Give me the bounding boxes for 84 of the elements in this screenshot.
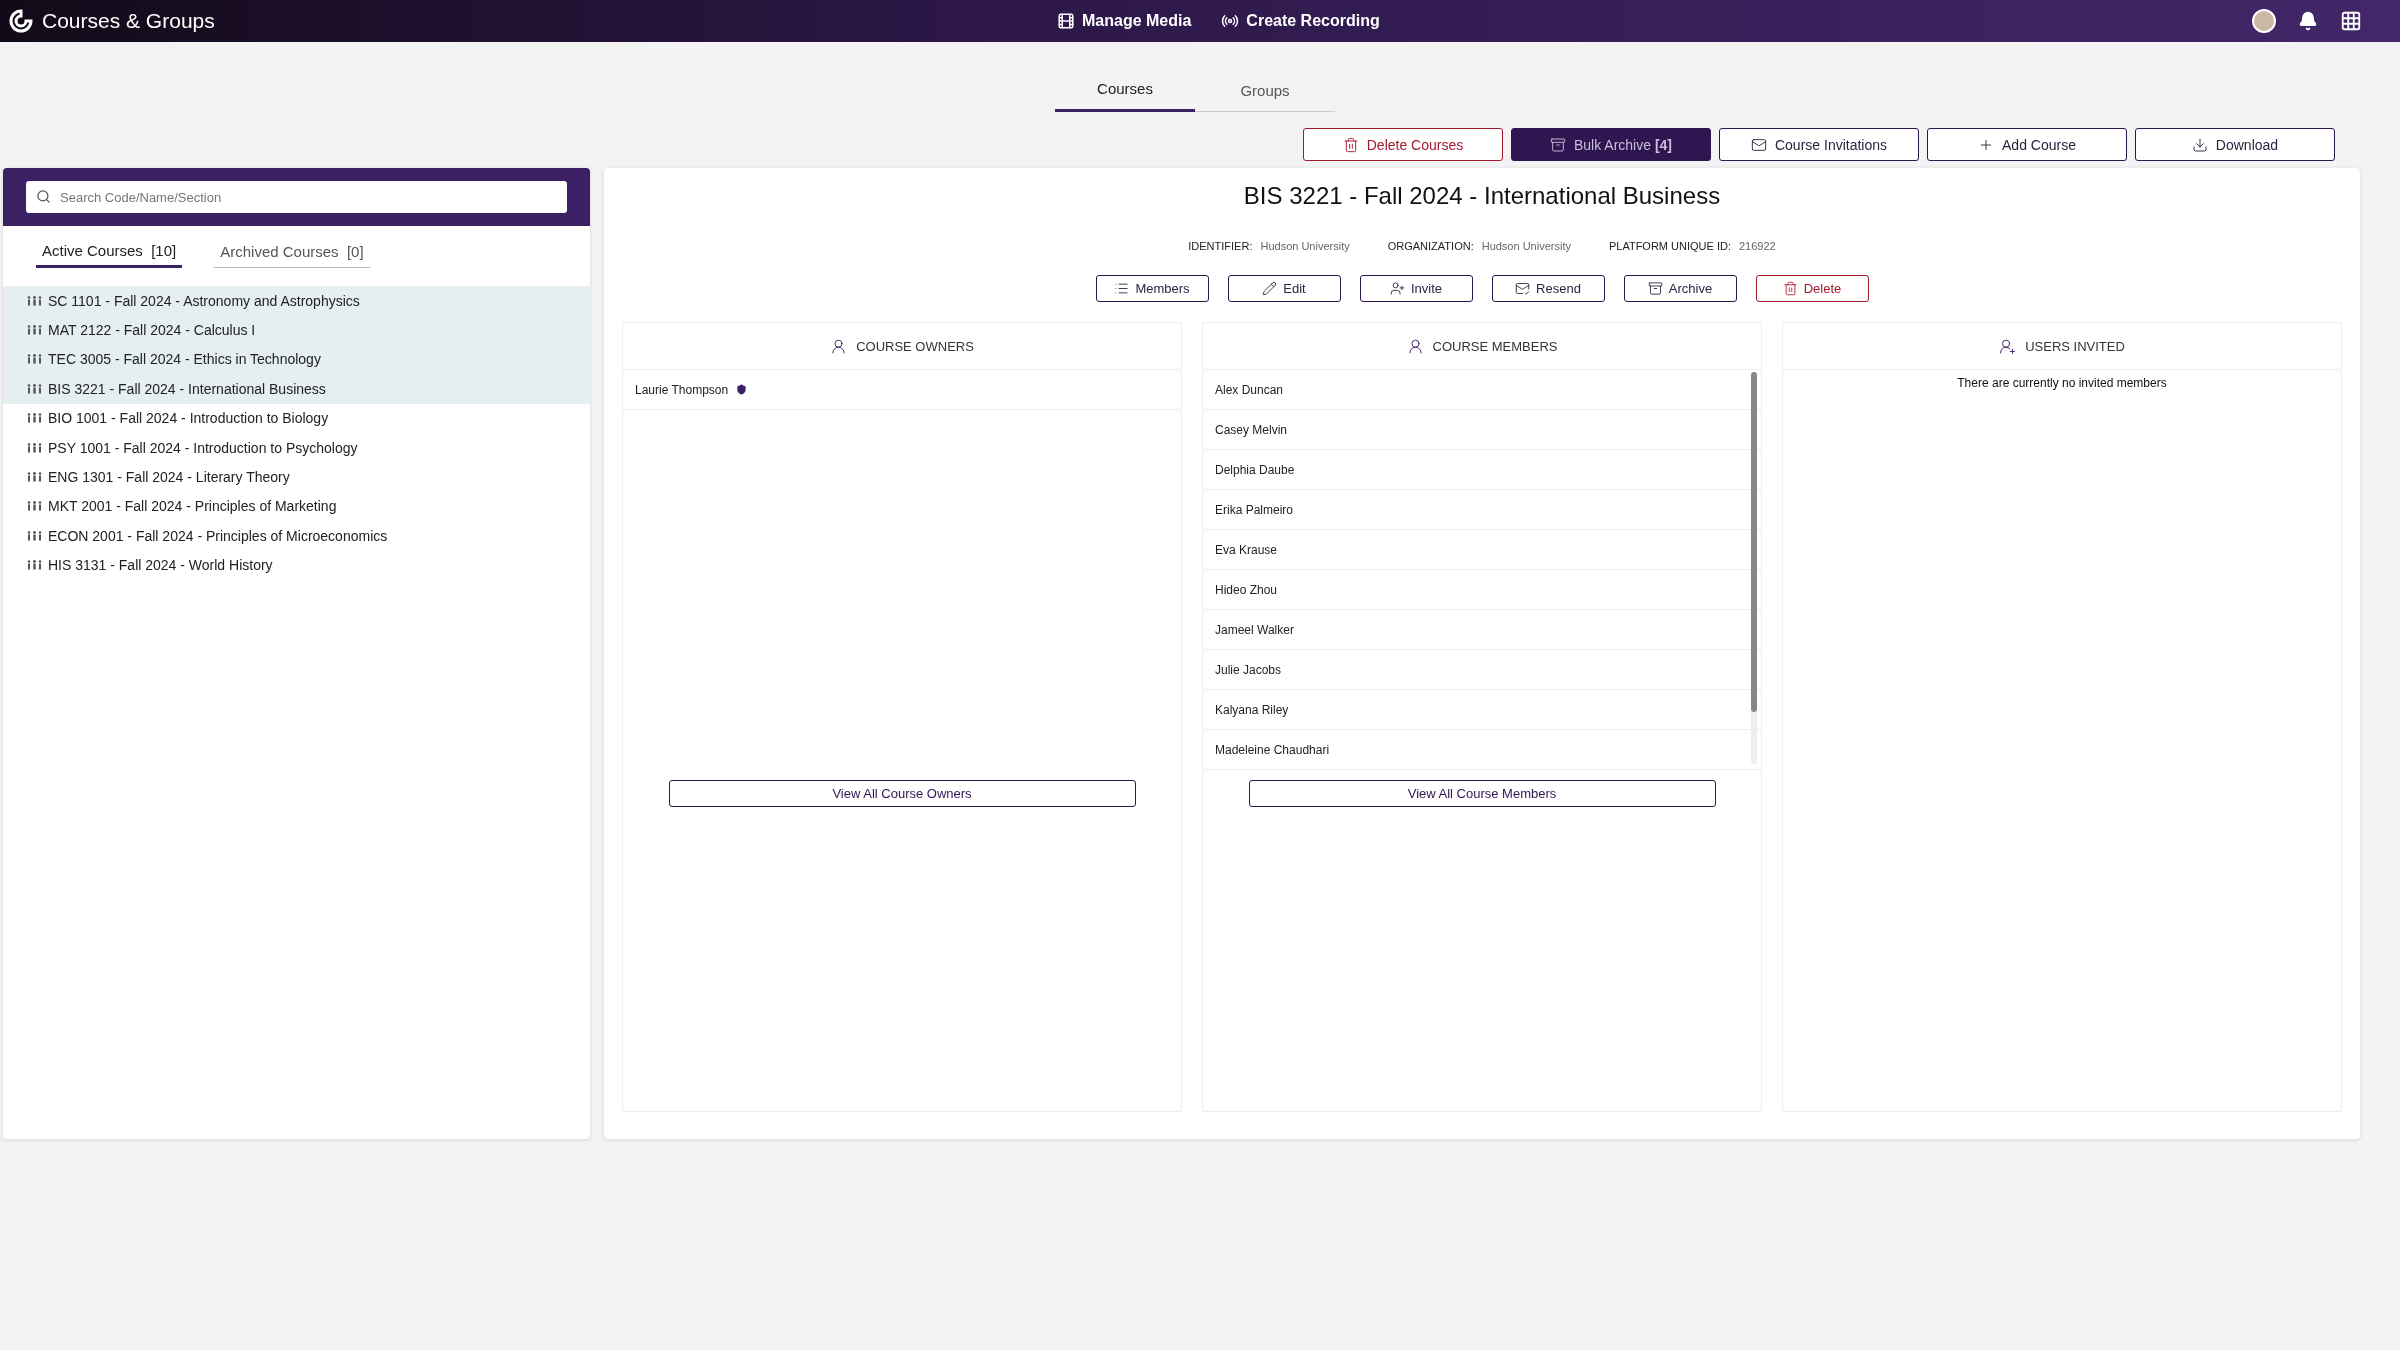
avatar[interactable] bbox=[2252, 9, 2276, 33]
person-name: Laurie Thompson bbox=[635, 382, 729, 397]
tab[interactable]: Groups bbox=[1195, 82, 1335, 112]
tab[interactable]: Active Courses [10] bbox=[36, 242, 183, 268]
people-icon bbox=[27, 413, 42, 424]
people-icon bbox=[27, 560, 42, 571]
course-item[interactable]: TEC 3005 - Fall 2024 - Ethics in Technology bbox=[3, 344, 590, 375]
person-name: Erika Palmeiro bbox=[1215, 502, 1294, 517]
delete-button[interactable]: Delete Courses bbox=[1303, 128, 1503, 161]
search-icon bbox=[36, 189, 51, 204]
course-item[interactable]: MAT 2122 - Fall 2024 - Calculus I bbox=[3, 315, 590, 345]
view-all-button[interactable]: View All Course Members bbox=[1248, 780, 1716, 807]
trash-icon bbox=[1782, 281, 1798, 296]
top-nav-link[interactable]: Manage Media bbox=[1057, 12, 1192, 30]
app-title: Courses & Groups bbox=[42, 9, 215, 33]
meta-label: PLATFORM UNIQUE ID: bbox=[1608, 240, 1731, 252]
pencil-icon bbox=[1262, 281, 1278, 296]
list-icon bbox=[1114, 281, 1130, 296]
course-item[interactable]: SC 1101 - Fall 2024 - Astronomy and Astrophysics bbox=[3, 286, 590, 316]
people-icon bbox=[27, 442, 42, 453]
person-name: Madeleine Chaudhari bbox=[1215, 742, 1330, 757]
action-button[interactable]: Archive bbox=[1623, 275, 1737, 302]
column-title: COURSE OWNERS bbox=[856, 338, 974, 354]
person-name: Julie Jacobs bbox=[1215, 662, 1282, 677]
people-icon bbox=[27, 383, 42, 394]
action-button[interactable]: Members bbox=[1095, 275, 1209, 302]
logo-icon bbox=[8, 8, 34, 34]
broadcast-icon bbox=[1221, 12, 1240, 30]
trash-icon bbox=[1342, 136, 1359, 153]
delete-button[interactable]: Delete bbox=[1755, 275, 1869, 302]
people-icon bbox=[27, 354, 42, 365]
archive-box-icon bbox=[1647, 281, 1663, 296]
download-icon bbox=[2191, 136, 2208, 153]
tab[interactable]: Courses bbox=[1055, 80, 1195, 112]
people-icon bbox=[27, 325, 42, 336]
tab[interactable]: Archived Courses [0] bbox=[214, 242, 370, 268]
film-icon bbox=[1057, 12, 1075, 30]
user-icon bbox=[830, 337, 848, 355]
download-button[interactable]: Download bbox=[2135, 128, 2335, 161]
course-item[interactable]: ECON 2001 - Fall 2024 - Principles of Microeconomics bbox=[3, 521, 590, 551]
toolbar-button[interactable]: Course Invitations bbox=[1719, 128, 1919, 161]
meta-value: 216922 bbox=[1739, 240, 1776, 252]
empty-message: There are currently no invited members bbox=[1956, 376, 2168, 390]
toolbar-button[interactable]: Bulk Archive [4] bbox=[1511, 128, 1711, 161]
person-name: Jameel Walker bbox=[1215, 622, 1294, 637]
edit-button[interactable]: Edit bbox=[1227, 275, 1341, 302]
person-name: Delphia Daube bbox=[1215, 462, 1295, 477]
action-button[interactable]: Invite bbox=[1359, 275, 1473, 302]
course-item[interactable]: MKT 2001 - Fall 2024 - Principles of Marketing bbox=[3, 491, 590, 522]
person-name: Eva Krause bbox=[1215, 542, 1278, 557]
user-plus-icon bbox=[1389, 281, 1405, 296]
apps-grid-icon[interactable] bbox=[2340, 10, 2362, 32]
toolbar-button[interactable]: Add Course bbox=[1927, 128, 2127, 161]
person-name: Kalyana Riley bbox=[1215, 702, 1289, 717]
person-name: Casey Melvin bbox=[1215, 422, 1288, 437]
meta-value: Hudson University bbox=[1260, 240, 1350, 252]
person-name: Alex Duncan bbox=[1215, 382, 1284, 397]
course-title: BIS 3221 - Fall 2024 - International Business bbox=[1243, 182, 1721, 210]
course-item[interactable]: ENG 1301 - Fall 2024 - Literary Theory bbox=[3, 462, 590, 492]
people-icon bbox=[27, 472, 42, 483]
people-icon bbox=[27, 501, 42, 512]
meta-label: ORGANIZATION: bbox=[1387, 240, 1474, 252]
people-icon bbox=[27, 295, 42, 306]
scrollbar[interactable] bbox=[1751, 372, 1757, 764]
bell-icon[interactable] bbox=[2298, 11, 2318, 31]
person-name: Hideo Zhou bbox=[1215, 582, 1278, 597]
people-icon bbox=[27, 530, 42, 541]
column-title: USERS INVITED bbox=[2025, 338, 2125, 354]
course-item[interactable]: HIS 3131 - Fall 2024 - World History bbox=[3, 550, 590, 580]
meta-value: Hudson University bbox=[1481, 240, 1571, 252]
course-item[interactable]: PSY 1001 - Fall 2024 - Introduction to Psychology bbox=[3, 432, 590, 463]
course-item[interactable]: BIO 1001 - Fall 2024 - Introduction to Biology bbox=[3, 403, 590, 433]
action-button[interactable]: Resend bbox=[1491, 275, 1605, 302]
top-nav-link[interactable]: Create Recording bbox=[1221, 12, 1380, 30]
user-plus-icon bbox=[1999, 337, 2017, 355]
envelope-icon bbox=[1750, 136, 1767, 153]
envelope-check-icon bbox=[1515, 281, 1531, 296]
course-item[interactable]: BIS 3221 - Fall 2024 - International Business bbox=[3, 374, 590, 404]
user-icon bbox=[1406, 337, 1424, 355]
column-title: COURSE MEMBERS bbox=[1432, 338, 1558, 354]
view-all-button[interactable]: View All Course Owners bbox=[668, 780, 1136, 807]
archive-box-icon bbox=[1549, 136, 1566, 153]
search-field[interactable]: Search Code/Name/Section bbox=[26, 181, 567, 213]
meta-label: IDENTIFIER: bbox=[1188, 240, 1253, 252]
